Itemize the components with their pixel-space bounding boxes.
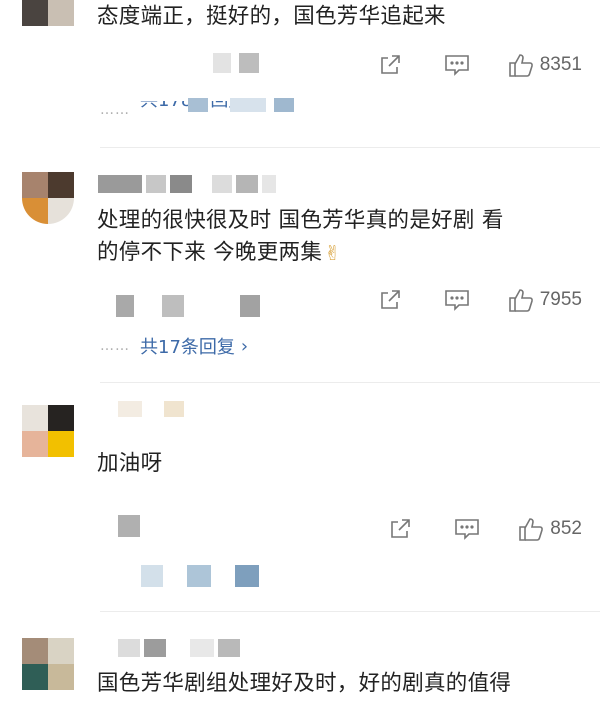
username[interactable] [118, 399, 184, 419]
blurred-overlay [188, 98, 294, 112]
comment-text: 加油呀 [97, 451, 163, 476]
chevron-right-icon: › [240, 335, 249, 357]
comment-button[interactable] [444, 288, 470, 312]
victory-hand-emoji: ✌ [324, 241, 342, 265]
like-button[interactable]: 8351 [508, 52, 582, 78]
comment-actions: 8351 [378, 50, 582, 80]
like-count: 852 [550, 518, 582, 539]
blurred-image-placeholder [118, 515, 140, 537]
share-button[interactable] [378, 53, 402, 77]
avatar[interactable] [22, 172, 74, 224]
username[interactable] [98, 174, 276, 194]
comment-text: 态度端正，挺好的，国色芳华追起来 [97, 4, 446, 29]
replies-label: 共17条回复 [140, 337, 235, 358]
divider [100, 611, 600, 612]
view-replies-link[interactable]: …… 共17条回复 › [100, 333, 248, 359]
thumbs-up-icon [519, 518, 544, 541]
username[interactable] [118, 638, 240, 658]
comment-text: 处理的很快很及时 国色芳华真的是好剧 看 的停不下来 今晚更两集 ✌ [97, 205, 585, 269]
avatar[interactable] [22, 638, 74, 690]
share-button[interactable] [388, 517, 412, 541]
comment-icon [444, 55, 469, 76]
blurred-replies-link [141, 565, 259, 587]
blurred-image-placeholder [116, 295, 260, 317]
comment-actions: 852 [388, 514, 582, 544]
thumbs-up-icon [508, 54, 533, 77]
avatar[interactable] [22, 0, 74, 26]
avatar[interactable] [22, 405, 74, 457]
like-count: 7955 [539, 289, 582, 310]
comment-text: 国色芳华剧组处理好及时，好的剧真的值得 [97, 671, 512, 696]
comment-icon [444, 290, 469, 311]
comment-icon [455, 519, 480, 540]
like-button[interactable]: 7955 [508, 287, 582, 313]
like-button[interactable]: 852 [518, 516, 582, 542]
like-count: 8351 [539, 54, 582, 75]
comment-text-line: 的停不下来 今晚更两集 [97, 240, 323, 265]
blurred-image-placeholder [213, 53, 259, 73]
thumbs-up-icon [508, 289, 533, 312]
comment-button[interactable] [454, 517, 480, 541]
share-button[interactable] [378, 288, 402, 312]
share-icon [380, 290, 400, 309]
share-icon [380, 55, 400, 74]
comment-button[interactable] [444, 53, 470, 77]
comment-text-line: 处理的很快很及时 国色芳华真的是好剧 看 [97, 208, 504, 233]
divider [100, 382, 600, 383]
comment-actions: 7955 [378, 285, 582, 315]
share-icon [391, 519, 411, 538]
divider [100, 147, 600, 148]
